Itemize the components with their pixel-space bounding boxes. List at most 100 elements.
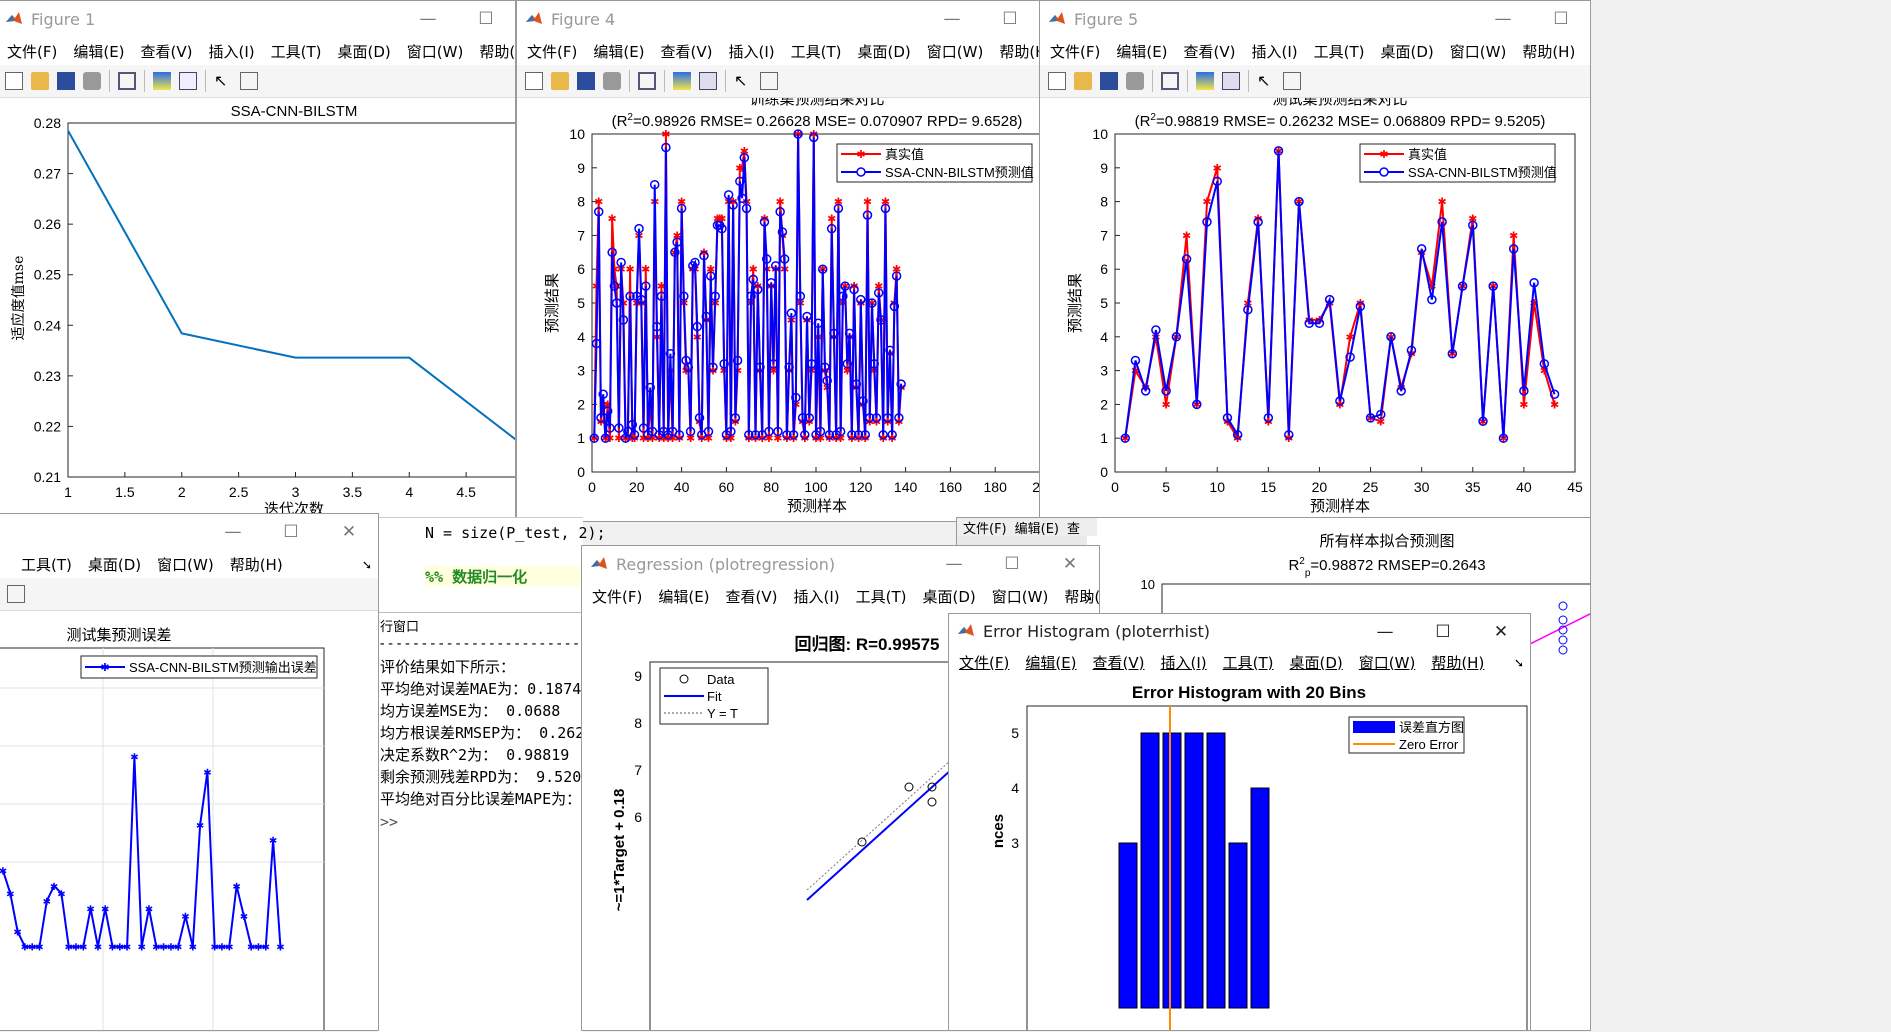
menu-tools[interactable]: 工具(T) [21, 554, 72, 575]
link-plot-icon[interactable] [1161, 72, 1179, 90]
histogram-titlebar[interactable]: Error Histogram (ploterrhist) — ☐ ✕ [949, 614, 1530, 648]
print-icon[interactable] [83, 72, 101, 90]
menu-desktop[interactable]: 桌面(D) [858, 41, 911, 62]
close-icon[interactable]: ✕ [1041, 546, 1099, 582]
maximize-icon[interactable]: ☐ [262, 514, 320, 550]
menu-window[interactable]: 窗口(W) [992, 586, 1049, 607]
menu-help[interactable]: 帮助(H) [230, 554, 283, 575]
menu-tools[interactable]: 工具(T) [1314, 41, 1365, 62]
command-prompt[interactable]: >> [380, 813, 398, 831]
menu-file[interactable]: 文件(F) [1050, 41, 1100, 62]
figure1-titlebar[interactable]: Figure 1 — ☐ [0, 1, 515, 37]
colorbar-icon[interactable] [153, 72, 171, 90]
minimize-icon[interactable]: — [1356, 614, 1414, 650]
property-editor-icon[interactable] [7, 585, 25, 603]
legend-icon[interactable] [179, 72, 197, 90]
minimize-icon[interactable]: — [925, 546, 983, 582]
error-histogram-chart: Error Histogram with 20 Bins 5 4 3 nces … [990, 683, 1528, 1030]
menu-file[interactable]: 文件(F) [527, 41, 577, 62]
menu-desktop[interactable]: 桌面(D) [338, 41, 391, 62]
legend-icon[interactable] [1222, 72, 1240, 90]
pointer-icon[interactable]: ↖ [1257, 72, 1275, 90]
legend-icon[interactable] [699, 72, 717, 90]
save-icon[interactable] [577, 72, 595, 90]
pointer-icon[interactable]: ↖ [214, 72, 232, 90]
regression-titlebar[interactable]: Regression (plotregression) — ☐ ✕ [582, 546, 1099, 582]
figure5-titlebar[interactable]: Figure 5 — ☐ [1040, 1, 1590, 37]
editor-comment-line[interactable]: %% 数据归一化 [425, 566, 585, 587]
menu-tools[interactable]: 工具(T) [271, 41, 322, 62]
menu-insert[interactable]: 插入(I) [209, 41, 255, 62]
print-icon[interactable] [603, 72, 621, 90]
menu-insert[interactable]: 插入(I) [729, 41, 775, 62]
close-icon[interactable]: ✕ [320, 514, 378, 550]
menu-tools[interactable]: 工具(T) [856, 586, 907, 607]
error-figure-titlebar[interactable]: — ☐ ✕ [0, 514, 378, 550]
minimize-icon[interactable]: — [399, 1, 457, 37]
menu-window[interactable]: 窗口(W) [407, 41, 464, 62]
figure4-titlebar[interactable]: Figure 4 — ☐ [517, 1, 1039, 37]
menu-file[interactable]: 文件(F) [592, 586, 642, 607]
editor-code-line[interactable]: N = size(P_test, 2); [425, 524, 606, 542]
menu-window[interactable]: 窗口(W) [927, 41, 984, 62]
menu-edit[interactable]: 编辑(E) [593, 41, 644, 62]
menu-help[interactable]: 帮助(H) [1522, 41, 1575, 62]
menu-window[interactable]: 窗口(W) [1359, 652, 1416, 673]
menu-view[interactable]: 查看(V) [726, 586, 778, 607]
menu-tools[interactable]: 工具(T) [1223, 652, 1274, 673]
menu-insert[interactable]: 插入(I) [1161, 652, 1207, 673]
menu-view[interactable]: 查看(V) [1184, 41, 1236, 62]
menu-insert[interactable]: 插入(I) [1252, 41, 1298, 62]
link-plot-icon[interactable] [118, 72, 136, 90]
save-icon[interactable] [1100, 72, 1118, 90]
maximize-icon[interactable]: ☐ [1414, 614, 1472, 650]
menu-file[interactable]: 文件(F) [7, 41, 57, 62]
pointer-icon[interactable]: ↖ [734, 72, 752, 90]
toolbar-dock-arrow-icon[interactable]: ➘ [1514, 656, 1524, 670]
menu-edit[interactable]: 编辑(E) [73, 41, 124, 62]
maximize-icon[interactable]: ☐ [457, 1, 515, 37]
menu-edit[interactable]: 编辑(E) [1116, 41, 1167, 62]
save-icon[interactable] [57, 72, 75, 90]
menu-view[interactable]: 查看(V) [661, 41, 713, 62]
open-folder-icon[interactable] [1074, 72, 1092, 90]
maximize-icon[interactable]: ☐ [1532, 1, 1590, 37]
menu-desktop[interactable]: 桌面(D) [923, 586, 976, 607]
property-editor-icon[interactable] [760, 72, 778, 90]
menu-desktop[interactable]: 桌面(D) [1290, 652, 1343, 673]
menu-desktop[interactable]: 桌面(D) [1381, 41, 1434, 62]
open-folder-icon[interactable] [31, 72, 49, 90]
print-icon[interactable] [1126, 72, 1144, 90]
toolbar-dock-arrow-icon[interactable]: ➘ [362, 558, 372, 572]
menu-window[interactable]: 窗口(W) [1450, 41, 1507, 62]
menu-view[interactable]: 查看(V) [141, 41, 193, 62]
colorbar-icon[interactable] [1196, 72, 1214, 90]
menu-window[interactable]: 窗口(W) [157, 554, 214, 575]
toolbar-dock-arrow-icon[interactable]: ➘ [1083, 590, 1093, 604]
menu-edit[interactable]: 编辑(E) [1025, 652, 1076, 673]
menu-help[interactable]: 帮助(H) [999, 41, 1039, 62]
new-figure-icon[interactable] [1048, 72, 1066, 90]
menu-edit[interactable]: 编辑(E) [658, 586, 709, 607]
link-plot-icon[interactable] [638, 72, 656, 90]
menu-tools[interactable]: 工具(T) [791, 41, 842, 62]
open-folder-icon[interactable] [551, 72, 569, 90]
new-figure-icon[interactable] [525, 72, 543, 90]
minimize-icon[interactable]: — [204, 514, 262, 550]
menu-help[interactable]: 帮助(H) [479, 41, 515, 62]
menu-file[interactable]: 文件(F) [959, 652, 1009, 673]
menu-view[interactable]: 查看(V) [1093, 652, 1145, 673]
maximize-icon[interactable]: ☐ [981, 1, 1039, 37]
menu-desktop[interactable]: 桌面(D) [88, 554, 141, 575]
maximize-icon[interactable]: ☐ [983, 546, 1041, 582]
minimize-icon[interactable]: — [923, 1, 981, 37]
menu-insert[interactable]: 插入(I) [794, 586, 840, 607]
error-marker: ✱ [240, 912, 248, 923]
close-icon[interactable]: ✕ [1472, 614, 1530, 650]
property-editor-icon[interactable] [1283, 72, 1301, 90]
colorbar-icon[interactable] [673, 72, 691, 90]
menu-help[interactable]: 帮助(H) [1431, 652, 1484, 673]
property-editor-icon[interactable] [240, 72, 258, 90]
minimize-icon[interactable]: — [1474, 1, 1532, 37]
new-figure-icon[interactable] [5, 72, 23, 90]
